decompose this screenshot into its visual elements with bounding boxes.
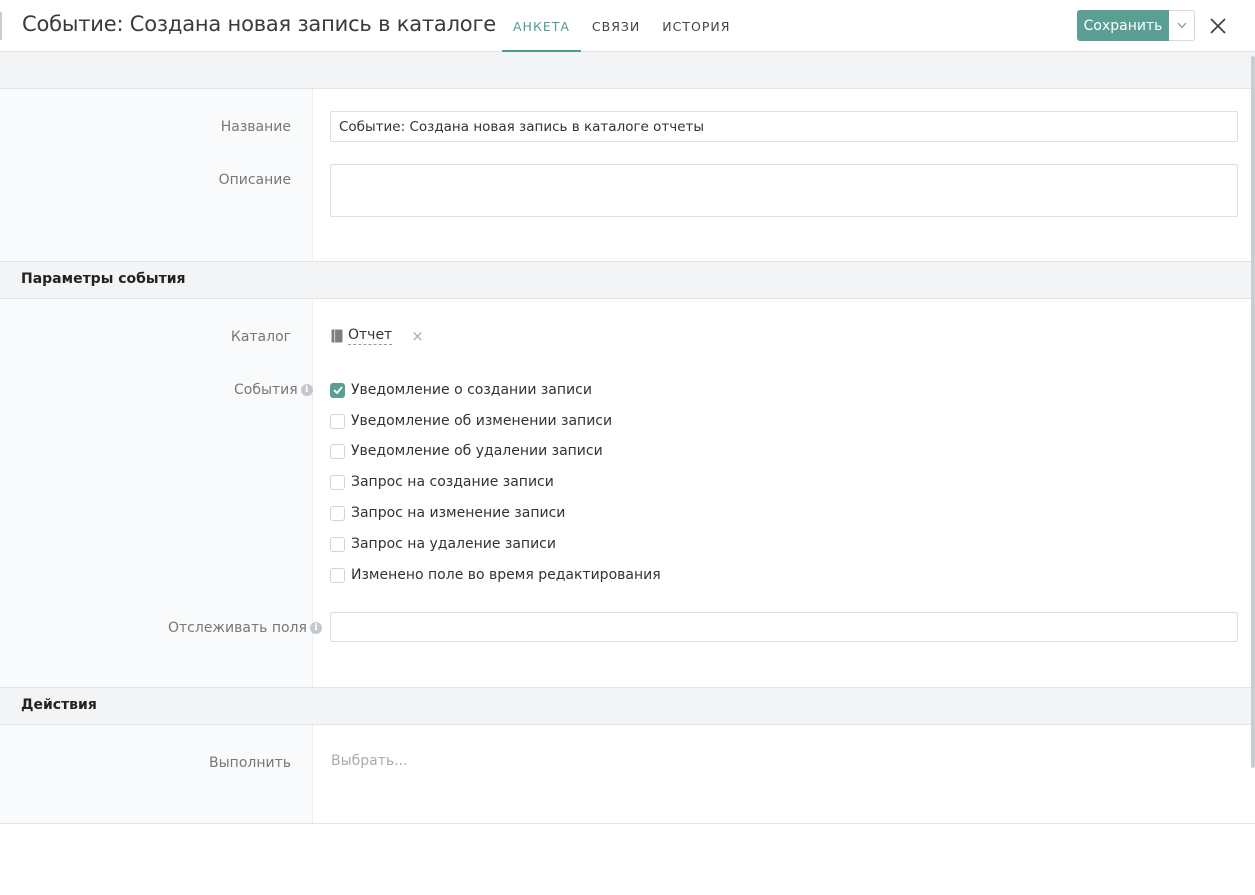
event-checkbox-field-changed[interactable]: Изменено поле во время редактирования [330, 567, 661, 583]
top-spacer-band [0, 52, 1255, 89]
event-checkbox-delete-notify[interactable]: Уведомление об удалении записи [330, 443, 603, 459]
save-button-group: Сохранить [1077, 10, 1195, 41]
remove-catalog-icon[interactable]: × [411, 327, 424, 345]
tab-links[interactable]: СВЯЗИ [581, 0, 651, 52]
event-label: Изменено поле во время редактирования [351, 567, 661, 583]
checkbox-icon[interactable] [330, 567, 345, 583]
event-label: Запрос на удаление записи [351, 536, 556, 552]
event-params-header [0, 261, 1255, 299]
actions-label-column [0, 725, 313, 823]
checkbox-icon[interactable] [330, 474, 345, 490]
checkbox-checked-icon[interactable] [330, 382, 345, 398]
save-dropdown-button[interactable] [1169, 10, 1195, 41]
description-field[interactable] [330, 164, 1238, 217]
name-label: Название [220, 119, 291, 135]
checkbox-icon[interactable] [330, 413, 345, 429]
scrollbar[interactable] [1251, 56, 1255, 768]
panel-edge [0, 12, 2, 40]
event-label: Запрос на создание записи [351, 474, 554, 490]
close-button[interactable] [1206, 14, 1230, 38]
catalog-chip-label[interactable]: Отчет [348, 327, 393, 345]
track-fields-label: Отслеживать поля i [168, 620, 322, 636]
events-label: События i [234, 382, 313, 398]
execute-select[interactable]: Выбрать... [331, 753, 408, 769]
event-label: Уведомление об изменении записи [351, 413, 613, 429]
info-icon[interactable]: i [300, 384, 313, 396]
event-checkbox-create-notify[interactable]: Уведомление о создании записи [330, 382, 592, 398]
page-title: Событие: Создана новая запись в каталоге [22, 12, 497, 36]
checkbox-icon[interactable] [330, 536, 345, 552]
name-field[interactable]: Событие: Создана новая запись в каталоге… [330, 111, 1238, 142]
event-checkbox-delete-request[interactable]: Запрос на удаление записи [330, 536, 556, 552]
tab-anketa[interactable]: АНКЕТА [502, 0, 581, 52]
book-icon [331, 329, 343, 343]
header-bar: Событие: Создана новая запись в каталоге… [0, 0, 1255, 52]
event-label: Уведомление об удалении записи [351, 443, 603, 459]
catalog-chip: Отчет × [331, 327, 424, 345]
event-checkbox-update-notify[interactable]: Уведомление об изменении записи [330, 413, 612, 429]
info-icon[interactable]: i [309, 622, 322, 634]
save-button[interactable]: Сохранить [1077, 10, 1169, 41]
event-label: Запрос на изменение записи [351, 505, 566, 521]
divider [0, 823, 1255, 824]
actions-header [0, 687, 1255, 725]
actions-title: Действия [21, 697, 97, 713]
description-label: Описание [218, 172, 291, 188]
tab-bar: АНКЕТА СВЯЗИ ИСТОРИЯ [502, 0, 741, 52]
checkbox-icon[interactable] [330, 443, 345, 459]
tab-history[interactable]: ИСТОРИЯ [651, 0, 741, 52]
checkbox-icon[interactable] [330, 505, 345, 521]
event-editor-page: Событие: Создана новая запись в каталоге… [0, 0, 1255, 895]
events-label-text: События [234, 382, 298, 398]
execute-label: Выполнить [209, 755, 291, 771]
event-params-title: Параметры события [21, 271, 186, 287]
event-checkbox-create-request[interactable]: Запрос на создание записи [330, 474, 554, 490]
event-checkbox-update-request[interactable]: Запрос на изменение записи [330, 505, 565, 521]
track-fields-input[interactable] [330, 612, 1238, 642]
track-fields-label-text: Отслеживать поля [168, 620, 307, 636]
close-icon [1210, 18, 1226, 34]
event-label: Уведомление о создании записи [351, 382, 592, 398]
catalog-label: Каталог [230, 329, 291, 345]
chevron-down-icon [1177, 22, 1186, 29]
